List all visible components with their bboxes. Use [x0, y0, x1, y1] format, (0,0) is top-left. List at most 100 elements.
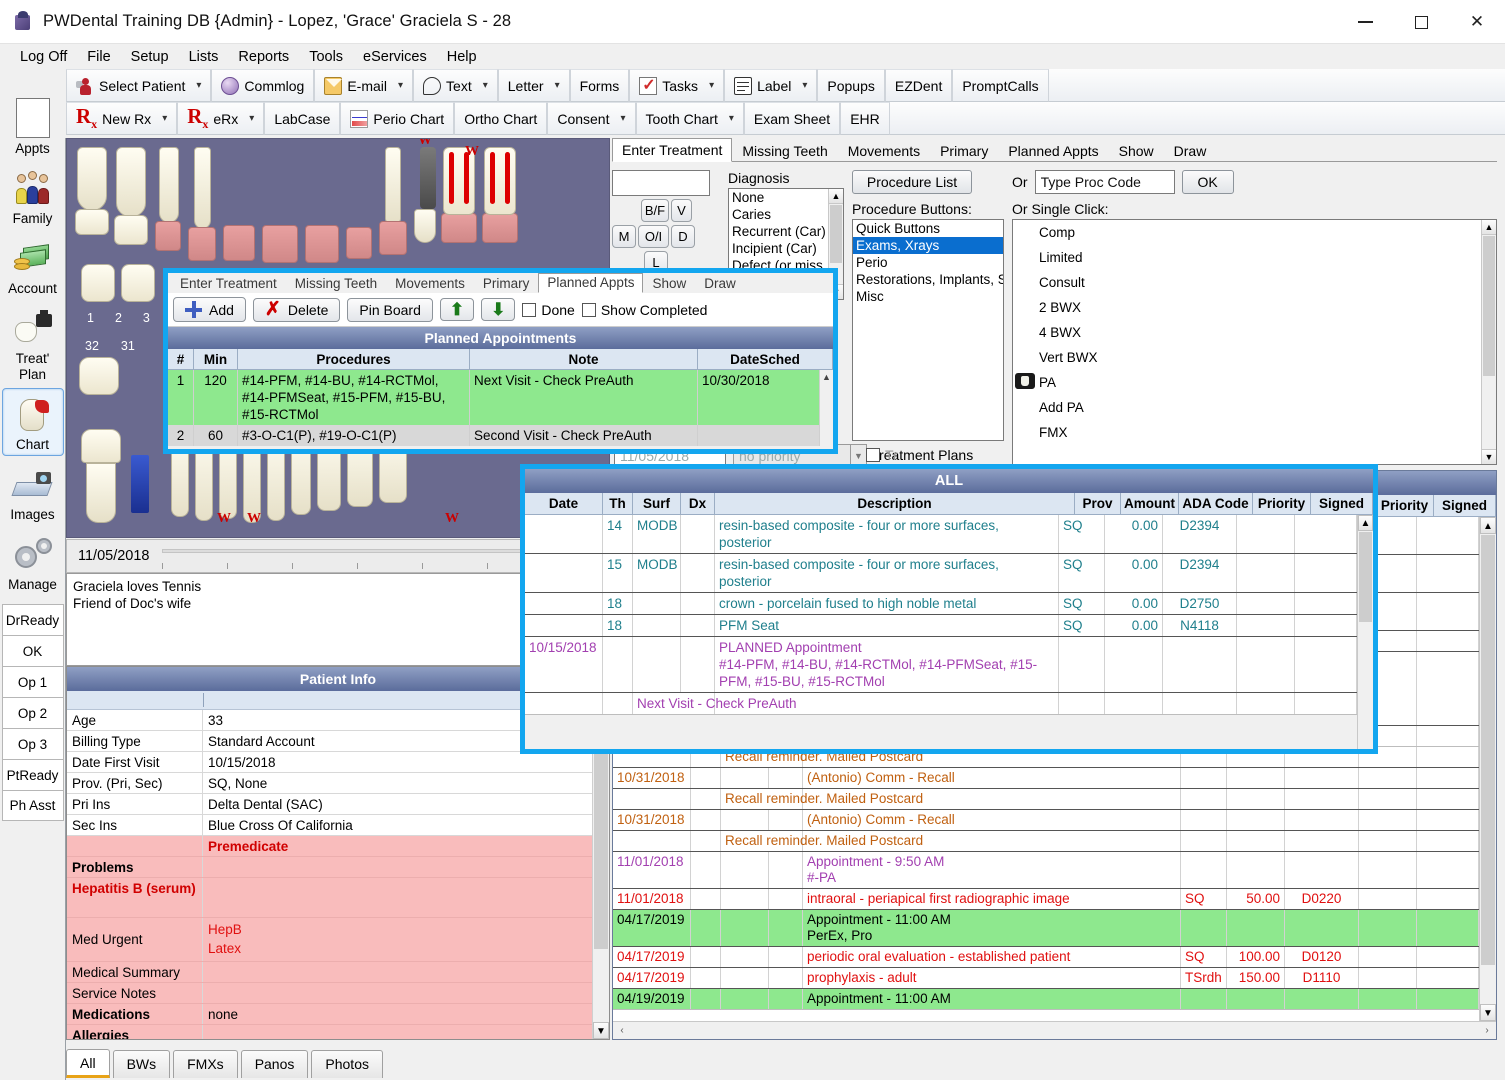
sidebar-item-images[interactable]: Images [2, 458, 64, 526]
proc-group-misc[interactable]: Misc [853, 288, 1003, 305]
done-checkbox[interactable] [522, 302, 537, 317]
procedure-buttons-listbox[interactable]: Quick Buttons Exams, Xrays Perio Restora… [852, 219, 1004, 441]
sidebar-item-account[interactable]: Account [2, 232, 64, 300]
ezdent-button[interactable]: EZDent [884, 69, 953, 102]
single-click-2bwx[interactable]: 2 BWX [1013, 295, 1496, 320]
menu-help[interactable]: Help [437, 47, 487, 67]
minimize-button[interactable] [1337, 0, 1393, 44]
table-row-recall-note-2[interactable]: Recall reminder. Mailed Postcard [613, 789, 1479, 810]
sidebar-item-manage[interactable]: Manage [2, 528, 64, 596]
col-amount[interactable]: Amount [1121, 493, 1179, 514]
scroll-up-icon[interactable]: ▲ [1480, 517, 1496, 534]
col-number[interactable]: # [168, 349, 194, 369]
tab-photos[interactable]: Photos [311, 1050, 383, 1078]
menu-lists[interactable]: Lists [179, 47, 229, 67]
show-completed-checkbox[interactable] [581, 302, 596, 317]
overlay-row-composite-14[interactable]: 14 MODB resin-based composite - four or … [525, 515, 1357, 554]
tab-missing-teeth[interactable]: Missing Teeth [732, 139, 837, 162]
menu-tools[interactable]: Tools [299, 47, 353, 67]
scroll-thumb[interactable] [1481, 535, 1495, 965]
table-row-appointment-1100-b[interactable]: 04/19/2019 Appointment - 11:00 AM [613, 989, 1479, 1010]
scroll-down-icon[interactable]: ▼ [1482, 449, 1496, 464]
surface-button-v[interactable]: V [671, 199, 692, 222]
single-click-limited[interactable]: Limited [1013, 245, 1496, 270]
ortho-chart-button[interactable]: Ortho Chart [454, 102, 548, 135]
done-checkbox-row[interactable]: Done [522, 302, 575, 318]
surface-input[interactable] [612, 170, 710, 196]
pa-tab-primary[interactable]: Primary [474, 274, 539, 293]
perio-chart-button[interactable]: Perio Chart [340, 102, 455, 135]
scroll-thumb[interactable] [1483, 236, 1495, 376]
overlay-row-next-visit-note[interactable]: Next Visit - Check PreAuth [525, 693, 1357, 715]
surface-button-m[interactable]: M [612, 225, 636, 248]
scroll-thumb[interactable] [830, 205, 842, 263]
pin-board-button[interactable]: Pin Board [347, 297, 433, 322]
col-surf[interactable]: Surf [633, 493, 681, 514]
single-click-scrollbar[interactable]: ▲ ▼ [1481, 220, 1496, 464]
menu-eservices[interactable]: eServices [353, 47, 437, 67]
menu-reports[interactable]: Reports [228, 47, 299, 67]
table-row-periapical[interactable]: 11/01/2018 intraoral - periapical first … [613, 889, 1479, 910]
all-grid-horizontal-scrollbar[interactable]: ‹ › [613, 1021, 1496, 1039]
col-desc[interactable]: Description [715, 493, 1075, 514]
close-button[interactable]: ✕ [1449, 0, 1505, 44]
procedure-list-button[interactable]: Procedure List [852, 170, 972, 194]
single-click-comp[interactable]: Comp [1013, 220, 1496, 245]
tasks-button[interactable]: Tasks [629, 69, 725, 102]
col-dx[interactable]: Dx [681, 493, 715, 514]
planned-appts-scrollbar[interactable]: ▲ [819, 370, 833, 446]
scroll-down-icon[interactable]: ▼ [1480, 1004, 1496, 1021]
menu-log-off[interactable]: Log Off [10, 47, 77, 67]
overlay-row-planned-appointment[interactable]: 10/15/2018 PLANNED Appointment #14-PFM, … [525, 637, 1357, 693]
proc-code-input[interactable] [1034, 170, 1175, 194]
single-click-vert-bwx[interactable]: Vert BWX [1013, 345, 1496, 370]
status-button-phasst[interactable]: Ph Asst [1, 790, 64, 821]
status-button-op3[interactable]: Op 3 [1, 728, 64, 759]
tab-show[interactable]: Show [1109, 139, 1164, 162]
single-click-4bwx[interactable]: 4 BWX [1013, 320, 1496, 345]
promptcalls-button[interactable]: PromptCalls [952, 69, 1049, 102]
proc-group-exams-xrays[interactable]: Exams, Xrays [853, 237, 1003, 254]
move-down-button[interactable]: ⬇ [481, 298, 516, 321]
tooth-chart-button[interactable]: Tooth Chart [635, 102, 744, 135]
tab-primary[interactable]: Primary [930, 139, 998, 162]
status-button-op2[interactable]: Op 2 [1, 697, 64, 728]
proc-group-restorations[interactable]: Restorations, Implants, S [853, 271, 1003, 288]
status-button-ptready[interactable]: PtReady [1, 759, 64, 790]
sidebar-item-chart[interactable]: Chart [1, 388, 64, 456]
erx-button[interactable]: Rx eRx [177, 102, 265, 135]
tab-enter-treatment[interactable]: Enter Treatment [612, 138, 733, 162]
table-row-comm-recall-1[interactable]: 10/31/2018 (Antonio) Comm - Recall [613, 768, 1479, 789]
email-button[interactable]: E-mail [314, 69, 414, 102]
col-signed[interactable]: Signed [1311, 493, 1373, 514]
scroll-left-icon[interactable]: ‹ [613, 1025, 631, 1036]
scroll-up-icon[interactable]: ▲ [829, 189, 843, 204]
pa-tab-show[interactable]: Show [643, 274, 695, 293]
col-procedures[interactable]: Procedures [238, 349, 470, 369]
proc-group-quick-buttons[interactable]: Quick Buttons [853, 220, 1003, 237]
surface-button-bf[interactable]: B/F [641, 199, 669, 222]
sidebar-item-appts[interactable]: Appts [2, 92, 64, 160]
delete-appointment-button[interactable]: ✗ Delete [252, 297, 341, 322]
table-row-periodic-oral-eval[interactable]: 04/17/2019 periodic oral evaluation - es… [613, 947, 1479, 968]
single-click-consult[interactable]: Consult [1013, 270, 1496, 295]
maximize-button[interactable] [1393, 0, 1449, 44]
col-priority[interactable]: Priority [1253, 493, 1311, 514]
label-button[interactable]: Label [724, 69, 818, 102]
consent-button[interactable]: Consent [547, 102, 636, 135]
commlog-button[interactable]: Commlog [211, 69, 315, 102]
overlay-row-composite-15[interactable]: 15 MODB resin-based composite - four or … [525, 554, 1357, 593]
treatment-plans-checkbox-hidden[interactable]: Tr [866, 447, 898, 463]
tab-panos[interactable]: Panos [240, 1050, 309, 1078]
new-rx-button[interactable]: Rx New Rx [66, 102, 178, 135]
status-button-drready[interactable]: DrReady [1, 604, 64, 635]
menu-file[interactable]: File [77, 47, 120, 67]
status-button-op1[interactable]: Op 1 [1, 666, 64, 697]
table-row-comm-recall-2[interactable]: 10/31/2018 (Antonio) Comm - Recall [613, 810, 1479, 831]
add-appointment-button[interactable]: Add [173, 297, 246, 322]
forms-button[interactable]: Forms [569, 69, 630, 102]
scroll-right-icon[interactable]: › [1478, 1025, 1496, 1036]
col-signed[interactable]: Signed [1434, 495, 1496, 516]
table-row-appointment-1100-a[interactable]: 04/17/2019 Appointment - 11:00 AM PerEx,… [613, 910, 1479, 947]
single-click-fmx[interactable]: FMX [1013, 420, 1496, 445]
